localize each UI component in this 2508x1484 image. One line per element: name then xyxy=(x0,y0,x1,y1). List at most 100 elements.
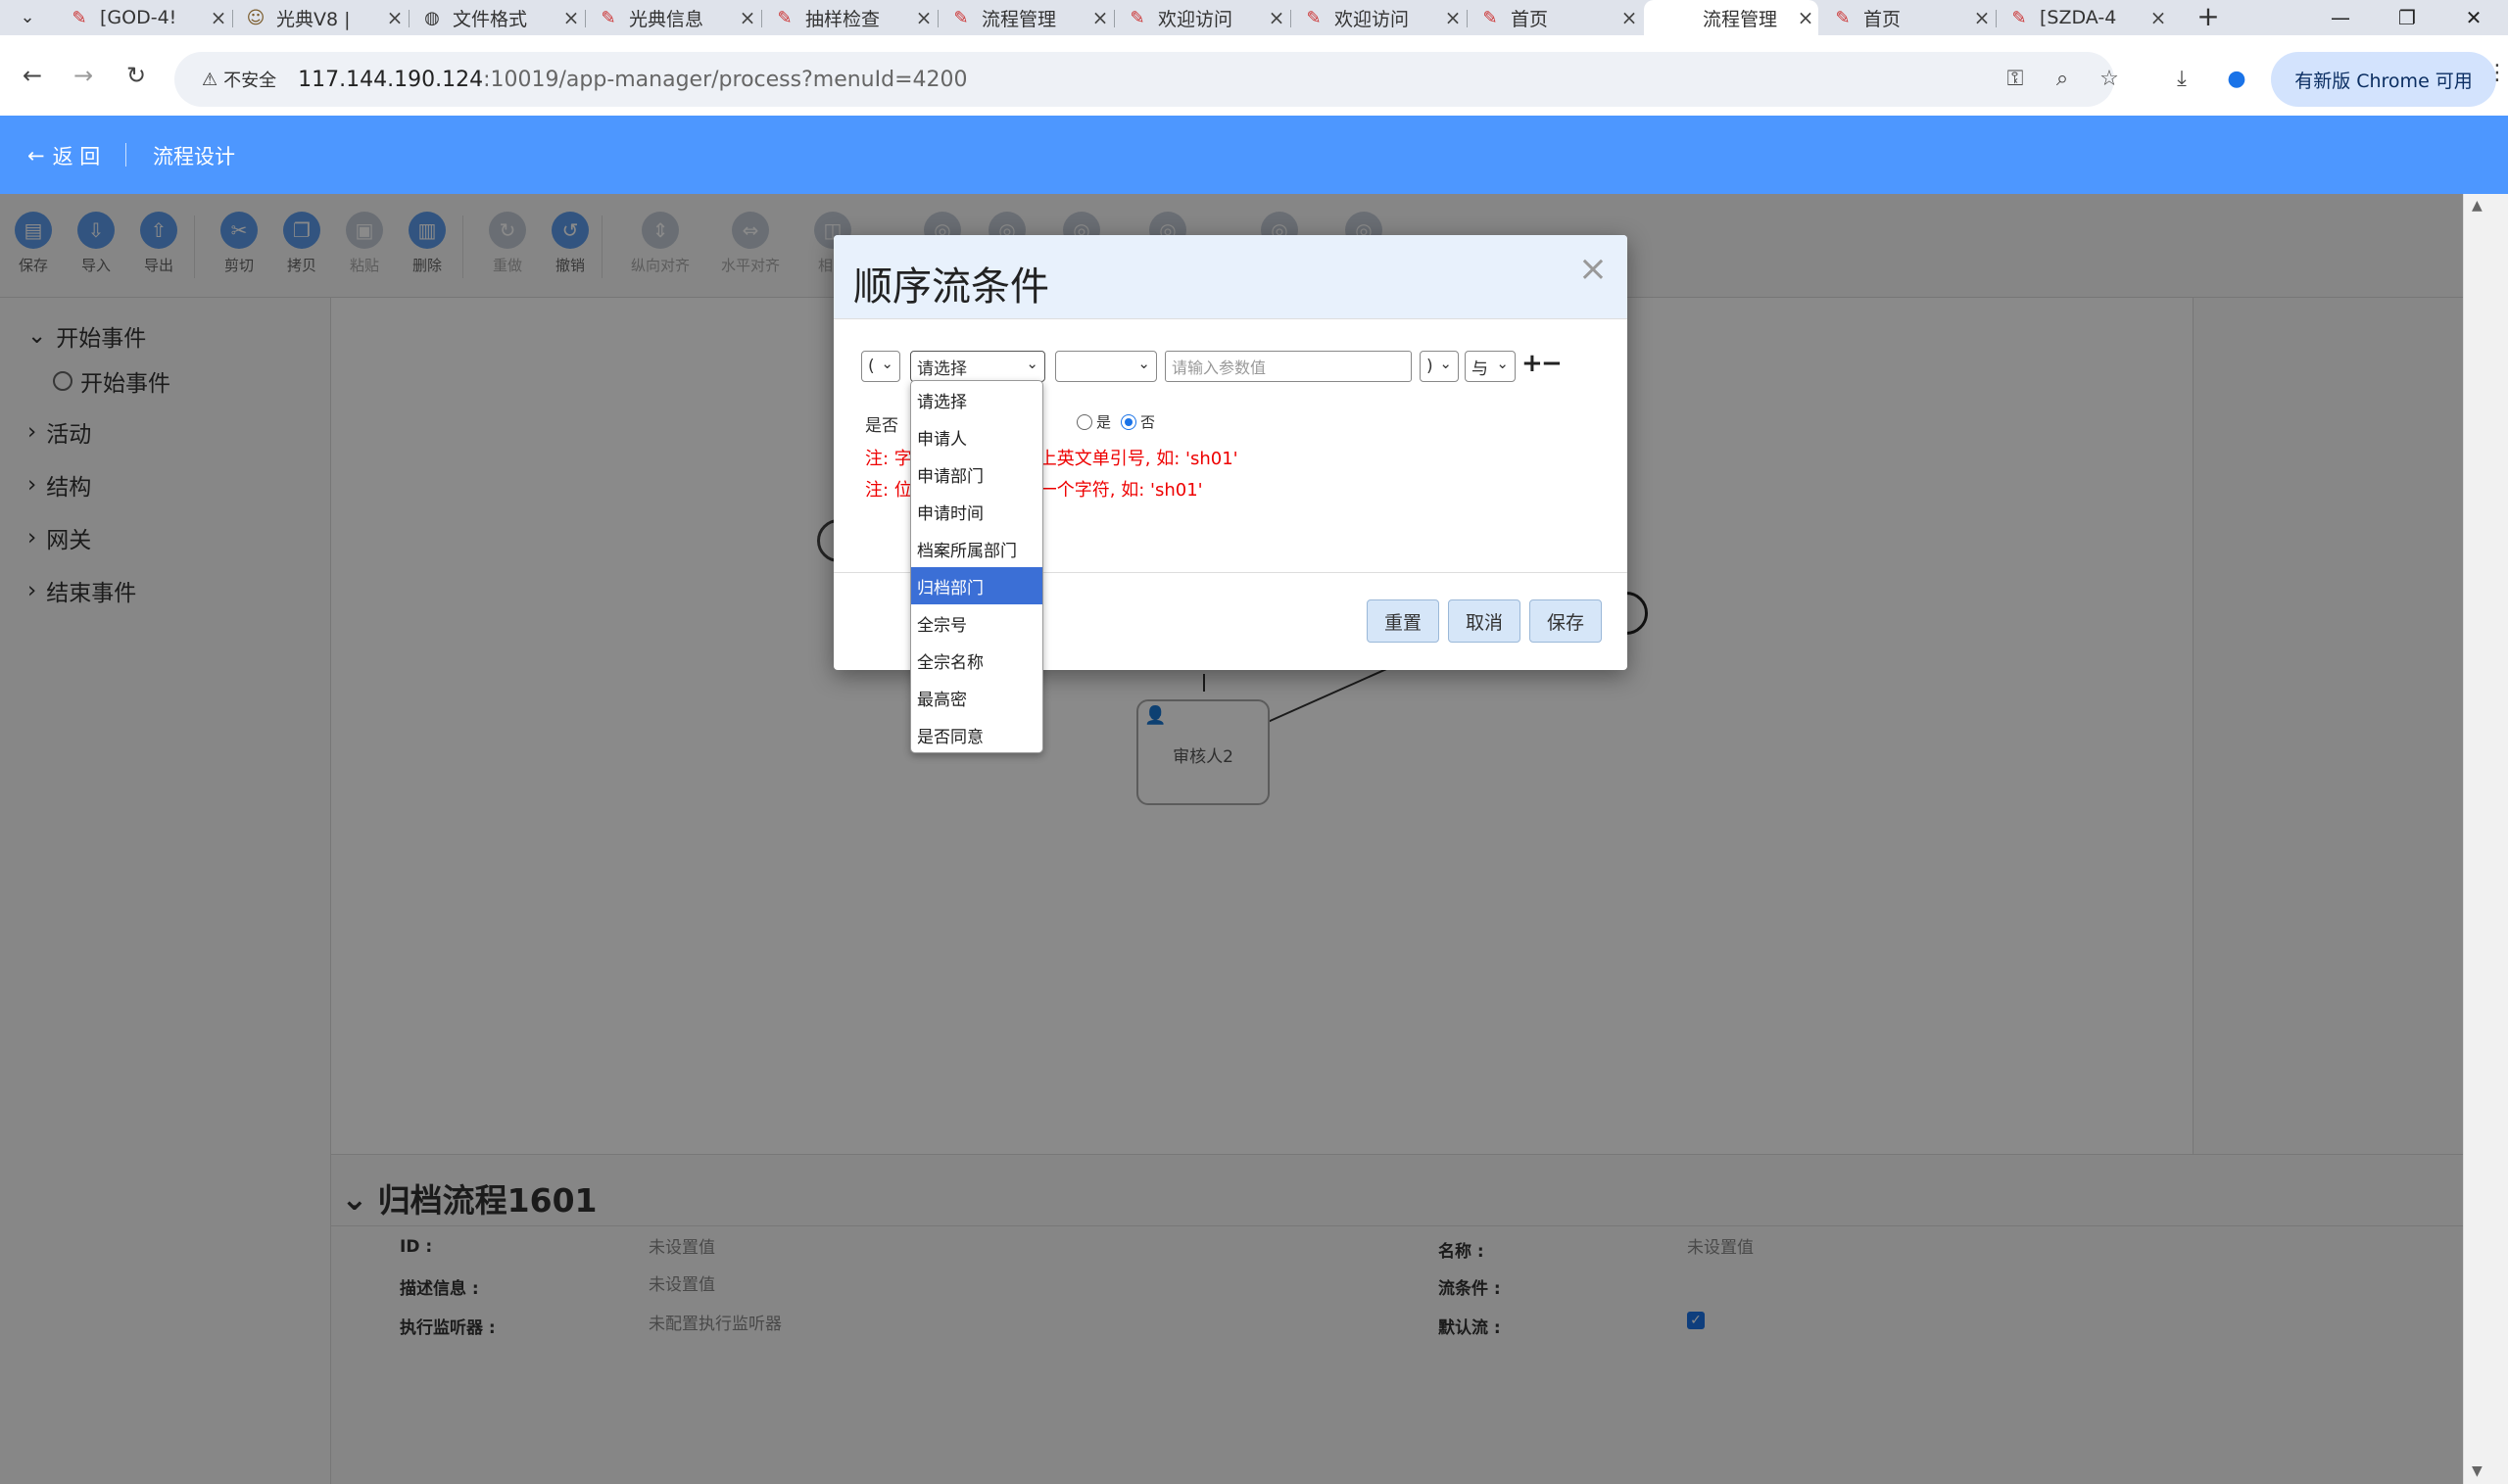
open-paren-select[interactable]: ( ⌄ xyxy=(861,351,900,382)
close-icon[interactable]: × xyxy=(1578,249,1608,289)
bookmark-star-icon[interactable]: ☆ xyxy=(2095,65,2124,94)
url-path: :10019/app-manager/process?menuId=4200 xyxy=(483,67,968,92)
browser-tab[interactable]: ✎ 首页 × xyxy=(1468,0,1642,35)
restore-button[interactable]: ❐ xyxy=(2373,0,2441,35)
chevron-down-icon: ⌄ xyxy=(1439,355,1452,372)
url-text[interactable]: 117.144.190.124:10019/app-manager/proces… xyxy=(298,68,967,92)
param-value-input[interactable]: 请输入参数值 xyxy=(1165,351,1412,382)
security-chip[interactable]: ⚠ 不安全 xyxy=(190,61,288,98)
new-tab-button[interactable]: + xyxy=(2193,2,2224,33)
browser-tab[interactable]: 流程管理 × xyxy=(1644,0,1818,35)
dropdown-option[interactable]: 档案所属部门 xyxy=(911,530,1042,567)
tab-close-icon[interactable]: × xyxy=(1264,6,1289,29)
tab-close-icon[interactable]: × xyxy=(1616,6,1642,29)
chevron-down-icon: ⌄ xyxy=(1026,355,1038,372)
key-icon[interactable]: ⚿ xyxy=(2001,65,2030,94)
tab-title: 流程管理 xyxy=(982,8,1057,30)
app-logo-icon: ✎ xyxy=(72,7,87,28)
dropdown-option[interactable]: 申请时间 xyxy=(911,493,1042,530)
more-menu-icon[interactable]: ⋮ xyxy=(2486,61,2508,85)
dropdown-option[interactable]: 全宗名称 xyxy=(911,642,1042,679)
browser-tab[interactable]: ✎ 欢迎访问 × xyxy=(1115,0,1289,35)
tab-title: 流程管理 xyxy=(1702,8,1777,30)
dropdown-option[interactable]: 全宗号 xyxy=(911,604,1042,642)
question-text: 是否 xyxy=(865,416,898,436)
back-button[interactable]: ← 返 回 xyxy=(27,141,100,170)
chevron-down-icon: ⌄ xyxy=(881,355,893,372)
address-bar[interactable]: ⚠ 不安全 117.144.190.124:10019/app-manager/… xyxy=(174,52,2114,107)
tab-close-icon[interactable]: × xyxy=(911,6,937,29)
tab-title: 欢迎访问 xyxy=(1334,8,1410,30)
dropdown-option[interactable]: 申请人 xyxy=(911,418,1042,455)
browser-tab[interactable]: ✎ 欢迎访问 × xyxy=(1291,0,1466,35)
tab-title: [SZDA-4 xyxy=(2040,7,2117,28)
back-arrow-icon[interactable]: ← xyxy=(18,61,47,90)
operator-select[interactable]: ⌄ xyxy=(1055,351,1157,382)
field-select-dropdown: 请选择 申请人 申请部门 申请时间 档案所属部门 归档部门 全宗号 全宗名称 最高密 是否同意 xyxy=(910,380,1043,753)
browser-tab[interactable]: ☺ 光典V8 | × xyxy=(233,0,408,35)
remove-condition-button[interactable]: − xyxy=(1541,349,1563,378)
tab-close-icon[interactable]: × xyxy=(206,6,231,29)
tab-title: 文件格式 xyxy=(453,8,528,30)
forward-arrow-icon[interactable]: → xyxy=(69,61,98,90)
scroll-down-icon[interactable]: ▼ xyxy=(2472,1463,2483,1479)
dropdown-option[interactable]: 最高密 xyxy=(911,679,1042,716)
browser-tab[interactable]: ✎ [SZDA-4 × xyxy=(1997,0,2171,35)
app-logo-icon: ✎ xyxy=(777,7,793,28)
minimize-button[interactable]: — xyxy=(2306,0,2375,35)
yes-no-radio-group: 是 否 xyxy=(1077,411,1155,432)
close-window-button[interactable]: ✕ xyxy=(2439,0,2508,35)
tab-close-icon[interactable]: × xyxy=(735,6,760,29)
tab-title: [GOD-4! xyxy=(100,7,177,28)
browser-tab[interactable]: ✎ [GOD-4! × xyxy=(57,0,231,35)
radio-no-label: 否 xyxy=(1140,413,1156,431)
app-header: ← 返 回 流程设计 xyxy=(0,116,2508,194)
browser-tab[interactable]: ✎ 光典信息 × xyxy=(586,0,760,35)
tab-title: 抽样检查 xyxy=(805,8,881,30)
browser-tab[interactable]: ◍ 文件格式 × xyxy=(410,0,584,35)
select-value: ( xyxy=(868,357,875,376)
reset-button[interactable]: 重置 xyxy=(1367,599,1439,643)
tab-close-icon[interactable]: × xyxy=(1440,6,1466,29)
radio-no[interactable] xyxy=(1121,413,1137,430)
browser-tab[interactable]: ✎ 流程管理 × xyxy=(939,0,1113,35)
note-head: 注: 字 xyxy=(865,449,912,469)
cancel-button[interactable]: 取消 xyxy=(1448,599,1520,643)
save-button[interactable]: 保存 xyxy=(1529,599,1602,643)
close-paren-select[interactable]: ) ⌄ xyxy=(1420,351,1459,382)
app-logo-icon: ✎ xyxy=(1482,7,1498,28)
tab-close-icon[interactable]: × xyxy=(1969,6,1995,29)
tab-close-icon[interactable]: × xyxy=(558,6,584,29)
dropdown-option[interactable]: 归档部门 xyxy=(911,567,1042,604)
download-icon[interactable]: ⤓ xyxy=(2167,65,2196,94)
tab-close-icon[interactable]: × xyxy=(1087,6,1113,29)
dropdown-option[interactable]: 是否同意 xyxy=(911,716,1042,752)
vertical-scrollbar[interactable]: ▲ ▼ xyxy=(2463,194,2508,1484)
browser-tab[interactable]: ✎ 抽样检查 × xyxy=(762,0,937,35)
tab-search-chevron-icon[interactable]: ⌄ xyxy=(14,4,41,31)
reload-icon[interactable]: ↻ xyxy=(121,61,151,90)
add-condition-button[interactable]: + xyxy=(1521,349,1543,378)
dialog-header: 顺序流条件 × xyxy=(834,235,1627,319)
field-select[interactable]: 请选择 ⌄ xyxy=(910,351,1045,382)
chrome-update-button[interactable]: 有新版 Chrome 可用 xyxy=(2271,52,2496,107)
radio-yes-label: 是 xyxy=(1096,413,1112,431)
globe-icon: ◍ xyxy=(424,7,440,28)
dropdown-option[interactable]: 申请部门 xyxy=(911,455,1042,493)
zoom-icon[interactable]: ⌕ xyxy=(2048,65,2077,94)
tab-title: 首页 xyxy=(1511,8,1549,30)
logic-select[interactable]: 与 ⌄ xyxy=(1465,351,1516,382)
select-value: ) xyxy=(1426,357,1433,376)
browser-tab-bar: ⌄ ✎ [GOD-4! × ☺ 光典V8 | × ◍ 文件格式 × ✎ 光典信息 × ✎ 抽样检查 × ✎ 流程… xyxy=(0,0,2508,35)
scroll-up-icon[interactable]: ▲ xyxy=(2472,198,2483,214)
tab-close-icon[interactable]: × xyxy=(382,6,408,29)
radio-yes[interactable] xyxy=(1077,413,1092,430)
dropdown-option[interactable]: 请选择 xyxy=(911,381,1042,418)
url-host: 117.144.190.124 xyxy=(298,67,484,92)
profile-icon[interactable]: ● xyxy=(2222,65,2251,94)
tab-close-icon[interactable]: × xyxy=(1793,6,1818,29)
security-label: 不安全 xyxy=(223,71,277,91)
tab-close-icon[interactable]: × xyxy=(2146,6,2171,29)
browser-tab[interactable]: ✎ 首页 × xyxy=(1820,0,1995,35)
tab-title: 光典信息 xyxy=(629,8,704,30)
